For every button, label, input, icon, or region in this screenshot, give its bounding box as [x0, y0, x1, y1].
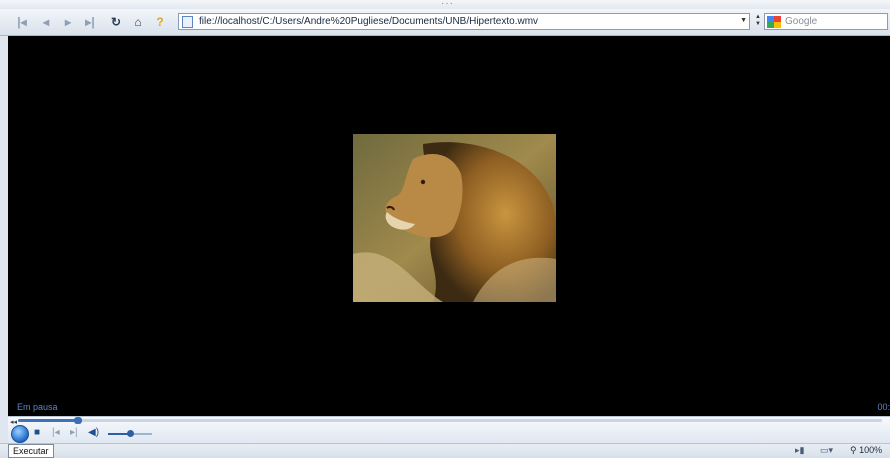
search-engine-stepper[interactable]: ▲ ▼	[754, 14, 762, 29]
stop-icon[interactable]: ■	[34, 427, 40, 438]
volume-handle[interactable]	[127, 430, 134, 437]
seek-bar[interactable]: ◂◂	[10, 417, 882, 426]
speaker-icon[interactable]: ◀)	[88, 427, 99, 438]
home-icon[interactable]: ⌂	[128, 12, 148, 31]
browser-statusbar: Executar ▸▮ ▭▾ ⚲ 100%	[0, 443, 890, 458]
first-page-icon[interactable]: |◂	[12, 12, 32, 31]
window-icon[interactable]: ▭▾	[820, 445, 833, 456]
zoom-value[interactable]: 100%	[859, 445, 882, 455]
address-url[interactable]: file://localhost/C:/Users/Andre%20Puglie…	[199, 16, 538, 27]
seek-handle[interactable]	[74, 417, 83, 424]
previous-track-icon[interactable]: |◂	[52, 427, 60, 438]
search-placeholder[interactable]: Google	[785, 16, 817, 27]
download-icon[interactable]: ▸▮	[795, 445, 804, 456]
google-icon	[767, 15, 781, 28]
video-frame-lion	[353, 134, 556, 302]
playback-status: Em pausa	[17, 402, 58, 412]
player-controls: ◂◂ ■ |◂ ▸| ◀)	[8, 416, 890, 444]
seek-fill	[18, 419, 79, 422]
search-box[interactable]: Google	[764, 13, 888, 30]
zoom-level[interactable]: ⚲ 100%	[850, 445, 882, 456]
play-tooltip: Executar	[8, 444, 54, 458]
last-page-icon[interactable]: ▸|	[80, 12, 100, 31]
back-arrow-icon[interactable]: ◂	[36, 12, 56, 31]
page-icon	[182, 15, 193, 28]
chevron-down-icon[interactable]: ▼	[740, 17, 747, 24]
address-bar[interactable]: file://localhost/C:/Users/Andre%20Puglie…	[178, 13, 750, 30]
browser-toolbar: |◂ ◂ ▸ ▸| ↻ ⌂ ? file://localhost/C:/User…	[0, 9, 890, 36]
volume-slider[interactable]	[108, 430, 152, 437]
next-track-icon[interactable]: ▸|	[70, 427, 78, 438]
help-icon[interactable]: ?	[150, 12, 170, 31]
playback-timecode: 00:	[877, 402, 890, 412]
play-icon[interactable]	[11, 425, 29, 443]
grip-dots: ···	[441, 0, 454, 9]
reload-icon[interactable]: ↻	[106, 12, 126, 31]
forward-arrow-icon[interactable]: ▸	[58, 12, 78, 31]
